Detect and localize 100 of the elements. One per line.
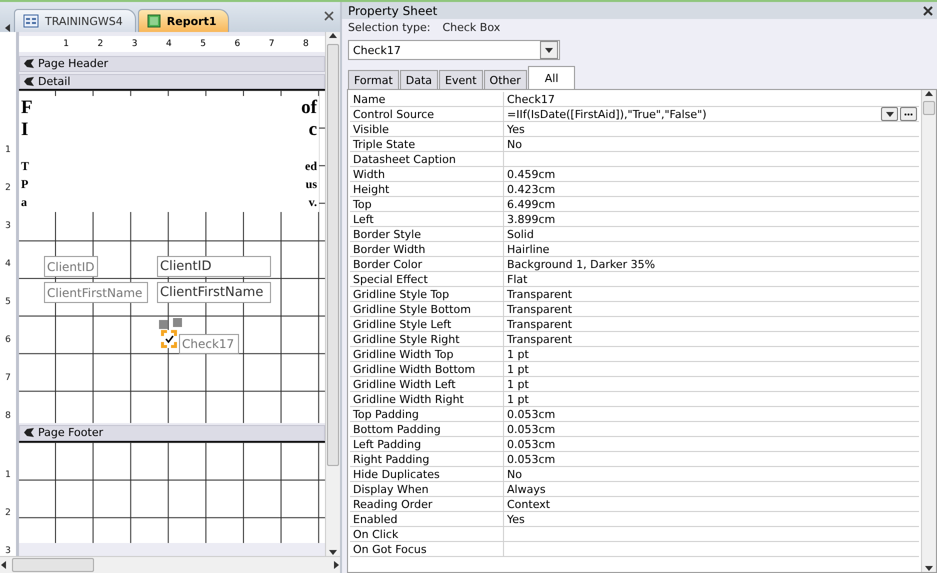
label-control[interactable]: Check17 bbox=[179, 334, 239, 354]
property-value[interactable]: Yes bbox=[504, 512, 919, 526]
property-value[interactable]: Solid bbox=[504, 227, 919, 241]
section-icon bbox=[24, 428, 34, 438]
property-name: Border Style bbox=[350, 227, 504, 241]
tab-label: Report1 bbox=[166, 14, 216, 28]
ruler-number: 3 bbox=[132, 38, 138, 49]
property-value[interactable]: Context bbox=[504, 497, 919, 511]
property-name: Display When bbox=[350, 482, 504, 496]
section-title: Page Footer bbox=[38, 426, 104, 440]
property-value[interactable]: Transparent bbox=[504, 317, 919, 331]
close-icon[interactable] bbox=[923, 6, 933, 16]
scroll-up-icon bbox=[925, 90, 933, 98]
scroll-down-icon bbox=[925, 564, 933, 572]
caret-icon bbox=[545, 46, 553, 54]
property-name: Gridline Width Right bbox=[350, 392, 504, 406]
property-name: Bottom Padding bbox=[350, 422, 504, 436]
property-name: Gridline Style Right bbox=[350, 332, 504, 346]
scroll-right-icon bbox=[332, 561, 340, 569]
dropdown-button[interactable] bbox=[881, 107, 898, 121]
property-value[interactable]: 0.459cm bbox=[504, 167, 919, 181]
property-value[interactable]: 0.423cm bbox=[504, 182, 919, 196]
property-value[interactable]: No bbox=[504, 137, 919, 151]
property-name: Control Source bbox=[350, 107, 504, 121]
report-icon bbox=[146, 14, 161, 28]
property-value[interactable]: 1 pt bbox=[504, 392, 919, 406]
text-fragment: ed bbox=[305, 160, 317, 172]
property-name: On Got Focus bbox=[350, 542, 504, 556]
property-tab[interactable]: Event bbox=[439, 70, 483, 89]
property-value[interactable]: Always bbox=[504, 482, 919, 496]
property-tab[interactable]: Other bbox=[484, 70, 527, 89]
property-tab[interactable]: Data bbox=[400, 70, 438, 89]
textbox-control[interactable]: ClientID bbox=[157, 256, 271, 278]
text-fragment: T bbox=[21, 160, 30, 172]
property-name: Width bbox=[350, 167, 504, 181]
property-name: Gridline Width Bottom bbox=[350, 362, 504, 376]
property-value[interactable]: 6.499cm bbox=[504, 197, 919, 211]
ruler-number: 7 bbox=[4, 372, 12, 383]
section-bar[interactable]: Page Footer bbox=[19, 424, 325, 441]
text-fragment: F bbox=[21, 98, 33, 118]
checkbox-control[interactable] bbox=[161, 330, 177, 348]
property-value[interactable]: 3.899cm bbox=[504, 212, 919, 226]
property-name: Left bbox=[350, 212, 504, 226]
property-value[interactable]: 0.053cm bbox=[504, 407, 919, 421]
property-value[interactable]: No bbox=[504, 467, 919, 481]
object-dropdown[interactable]: Check17 bbox=[348, 40, 560, 60]
property-value[interactable]: Yes bbox=[504, 122, 919, 136]
ruler-number: 8 bbox=[4, 410, 12, 421]
property-name: Border Color bbox=[350, 257, 504, 271]
property-name: Enabled bbox=[350, 512, 504, 526]
property-value[interactable]: Transparent bbox=[504, 302, 919, 316]
section-bar[interactable]: Page Header bbox=[19, 56, 325, 72]
ruler-number: 4 bbox=[166, 38, 172, 49]
builder-button[interactable] bbox=[900, 107, 917, 121]
form-icon bbox=[23, 14, 39, 28]
ellipsis-icon bbox=[904, 112, 913, 116]
property-value[interactable]: Background 1, Darker 35% bbox=[504, 257, 919, 271]
ruler-number: 1 bbox=[63, 38, 69, 49]
property-name: Triple State bbox=[350, 137, 504, 151]
property-name: Gridline Style Bottom bbox=[350, 302, 504, 316]
property-value[interactable]: Flat bbox=[504, 272, 919, 286]
property-value[interactable]: Transparent bbox=[504, 332, 919, 346]
ruler-number: 6 bbox=[4, 334, 12, 345]
property-name: Datasheet Caption bbox=[350, 152, 504, 166]
property-value[interactable]: 0.053cm bbox=[504, 422, 919, 436]
textbox-control[interactable]: ClientFirstName bbox=[157, 282, 271, 304]
document-tab[interactable]: TRAININGWS4 bbox=[14, 9, 136, 32]
close-icon[interactable] bbox=[324, 11, 334, 21]
property-value[interactable]: 0.053cm bbox=[504, 437, 919, 451]
text-fragment: I bbox=[21, 120, 28, 140]
tab-label: TRAININGWS4 bbox=[45, 14, 123, 28]
property-name: Gridline Width Top bbox=[350, 347, 504, 361]
property-tab[interactable]: All bbox=[528, 66, 576, 89]
property-tab[interactable]: Format bbox=[348, 70, 399, 89]
text-fragment: a bbox=[21, 196, 27, 208]
label-control[interactable]: ClientFirstName bbox=[44, 282, 148, 304]
label-control[interactable]: ClientID bbox=[44, 256, 98, 278]
ruler-number: 3 bbox=[4, 220, 12, 231]
property-name: Top bbox=[350, 197, 504, 211]
document-tab[interactable]: Report1 bbox=[138, 9, 230, 32]
property-value[interactable]: Hairline bbox=[504, 242, 919, 256]
property-value[interactable]: 1 pt bbox=[504, 377, 919, 391]
ruler-number: 2 bbox=[4, 507, 12, 518]
property-value[interactable]: Transparent bbox=[504, 287, 919, 301]
property-value[interactable]: =IIf(IsDate([FirstAid]),"True","False") bbox=[504, 107, 919, 121]
property-name: Hide Duplicates bbox=[350, 467, 504, 481]
text-fragment: P bbox=[21, 178, 28, 190]
property-value[interactable]: 0.053cm bbox=[504, 452, 919, 466]
property-name: Name bbox=[350, 92, 504, 106]
property-value[interactable]: Check17 bbox=[504, 92, 919, 106]
panel-title: Property Sheet bbox=[348, 4, 438, 18]
property-name: Gridline Style Left bbox=[350, 317, 504, 331]
section-bar[interactable]: Detail bbox=[19, 74, 325, 90]
ruler-number: 5 bbox=[200, 38, 206, 49]
property-value[interactable]: 1 pt bbox=[504, 362, 919, 376]
property-name: Height bbox=[350, 182, 504, 196]
property-name: Visible bbox=[350, 122, 504, 136]
ruler-number: 5 bbox=[4, 296, 12, 307]
property-value[interactable]: 1 pt bbox=[504, 347, 919, 361]
property-name: Special Effect bbox=[350, 272, 504, 286]
